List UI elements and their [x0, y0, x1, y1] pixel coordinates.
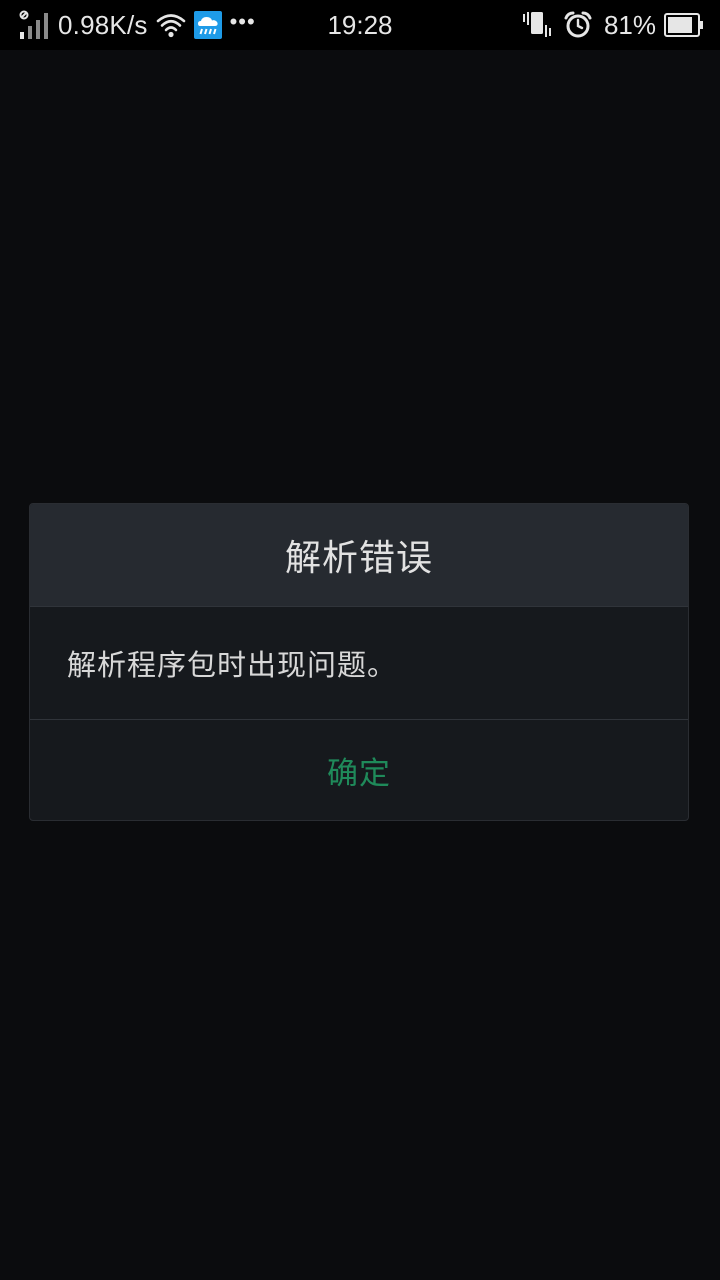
screen: 0.98K/s ••• 19:28 81% 解析错误 解析程序包时出现问题。 确…: [0, 0, 720, 1280]
dialog-title-bar: 解析错误: [30, 504, 688, 607]
more-notifications-dots: •••: [229, 9, 256, 34]
dialog-actions: 确定: [30, 720, 688, 820]
vibrate-icon: [522, 11, 552, 39]
weather-rain-icon: [193, 11, 222, 39]
network-speed: 0.98K/s: [58, 9, 148, 40]
wifi-icon: [156, 12, 186, 38]
dialog-body: 解析程序包时出现问题。: [30, 607, 688, 720]
parse-error-dialog: 解析错误 解析程序包时出现问题。 确定: [29, 503, 689, 821]
battery-percent: 81%: [603, 9, 656, 40]
status-bar-right: 81%: [522, 0, 704, 50]
status-bar-time: 19:28: [327, 10, 393, 40]
status-bar-left: 0.98K/s •••: [18, 0, 256, 50]
alarm-icon: [564, 11, 592, 39]
ok-button[interactable]: 确定: [30, 720, 688, 820]
battery-icon: [664, 13, 704, 37]
dialog-title: 解析错误: [284, 538, 433, 579]
status-bar: 0.98K/s ••• 19:28 81%: [0, 0, 720, 50]
signal-icon: [18, 10, 50, 40]
dialog-message: 解析程序包时出现问题。: [67, 648, 398, 682]
